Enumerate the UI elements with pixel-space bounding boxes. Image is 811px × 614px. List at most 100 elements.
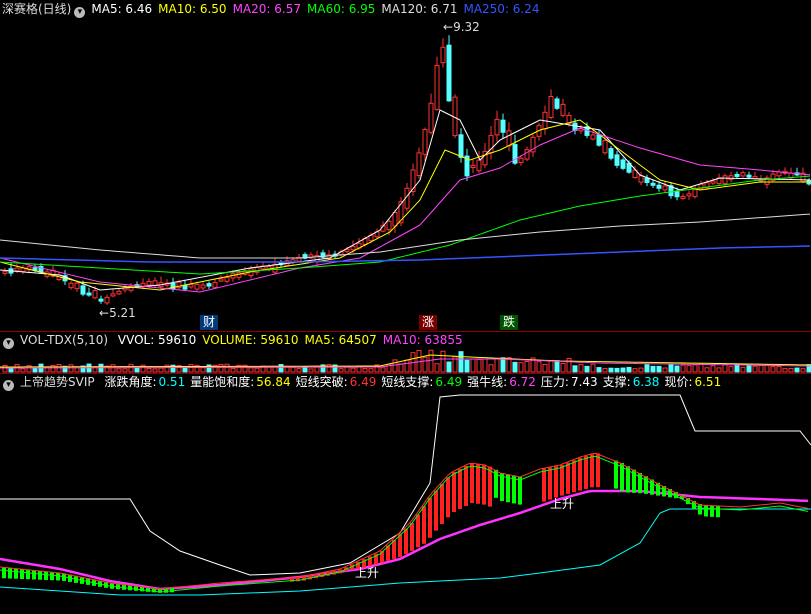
- indicator-legend-value: 6.49: [349, 375, 377, 389]
- candle-body: [146, 280, 152, 286]
- volume-bar: [704, 367, 710, 373]
- stock-name: 深赛格(日线): [2, 2, 72, 16]
- support-bar: [44, 571, 48, 580]
- event-marker[interactable]: 财: [200, 315, 219, 330]
- volume-bar: [476, 358, 482, 373]
- candle-body: [692, 189, 698, 198]
- support-bar: [170, 588, 174, 593]
- candle-body: [110, 293, 116, 297]
- volume-bar: [764, 364, 770, 373]
- support-bar: [506, 474, 510, 503]
- candle-body: [728, 175, 734, 181]
- candle-body: [470, 164, 476, 168]
- indicator-header: ▾ 上帝趋势SVIP 涨跌角度: 0.51 量能饱和度: 56.84 短线突破: 6.49 短…: [0, 373, 732, 391]
- volume-legend-item: VVOL: 59610: [117, 333, 197, 347]
- volume-bar: [512, 361, 518, 373]
- volume-bar: [296, 368, 302, 373]
- ma-legend: MA5: 6.46 MA10: 6.50 MA20: 6.57 MA60: 6.95 M…: [91, 2, 545, 16]
- volume-bar: [326, 363, 332, 373]
- volume-bar: [368, 368, 374, 373]
- event-marker[interactable]: 跌: [500, 315, 519, 330]
- breakout-bar: [560, 465, 564, 496]
- support-bar: [500, 473, 504, 501]
- low-price-label: ←5.21: [99, 306, 136, 320]
- volume-bar: [620, 367, 626, 373]
- indicator-legend-value: 6.49: [435, 375, 463, 389]
- candle-body: [710, 180, 716, 184]
- candle-body: [422, 129, 428, 155]
- breakout-bar: [476, 463, 480, 504]
- settings-circle-icon[interactable]: ▾: [3, 380, 14, 391]
- short-breakout-line: [0, 452, 809, 590]
- volume-bar: [680, 364, 686, 373]
- candle-body: [476, 159, 482, 172]
- candle-body: [200, 284, 206, 289]
- breakout-bar: [416, 514, 420, 548]
- volume-bar: [116, 368, 122, 373]
- volume-bar: [740, 366, 746, 373]
- breakout-bar: [596, 453, 600, 488]
- volume-bar: [524, 360, 530, 373]
- breakout-bar: [488, 466, 492, 507]
- candle-body: [518, 157, 524, 164]
- support-bar: [50, 572, 54, 581]
- volume-bar: [596, 367, 602, 373]
- event-marker[interactable]: 涨: [419, 315, 438, 330]
- volume-bar: [638, 367, 644, 373]
- candle-body: [350, 245, 356, 251]
- breakout-bar: [422, 506, 426, 544]
- indicator-legend-value: 0.51: [158, 375, 186, 389]
- indicator-pane[interactable]: ▾ 上帝趋势SVIP 涨跌角度: 0.51 量能饱和度: 56.84 短线突破: 6.49 短…: [0, 373, 811, 614]
- support-bar: [644, 476, 648, 494]
- volume-pane[interactable]: ▾ VOL-TDX(5,10) VVOL: 59610 VOLUME: 59610 M…: [0, 331, 811, 373]
- volume-bar: [770, 366, 776, 373]
- candle-body: [116, 290, 122, 295]
- volume-bar: [218, 363, 224, 373]
- volume-bar: [74, 367, 80, 373]
- candle-body: [98, 298, 104, 302]
- support-bar: [512, 475, 516, 504]
- breakout-bar: [458, 469, 462, 509]
- candle-body: [608, 148, 614, 159]
- volume-bar: [248, 367, 254, 373]
- candle-body: [638, 175, 644, 183]
- indicator-legend-item: 压力: 7.43: [541, 375, 598, 389]
- ma-legend-item: MA10: 6.50: [158, 2, 227, 16]
- volume-header: ▾ VOL-TDX(5,10) VVOL: 59610 VOLUME: 59610 M…: [0, 331, 475, 349]
- candlestick-chart[interactable]: [0, 0, 811, 331]
- indicator-legend-name: 短线突破:: [295, 375, 348, 389]
- volume-bar: [488, 364, 494, 373]
- candle-body: [524, 149, 530, 160]
- volume-bar: [758, 365, 764, 373]
- short-support-line: [0, 455, 809, 593]
- indicator-legend-item: 支撑: 6.38: [603, 375, 660, 389]
- volume-bar: [422, 356, 428, 373]
- indicator-legend-value: 6.38: [632, 375, 660, 389]
- rise-label: 上升: [355, 566, 380, 580]
- volume-legend-item: VOLUME: 59610: [202, 333, 299, 347]
- candle-body: [746, 174, 752, 178]
- candle-body: [674, 190, 680, 198]
- candle-body: [560, 103, 566, 116]
- volume-bar: [494, 358, 500, 373]
- volume-bar: [560, 363, 566, 373]
- candle-body: [776, 171, 782, 177]
- indicator-legend-name: 支撑:: [602, 375, 631, 389]
- settings-circle-icon[interactable]: ▾: [3, 338, 14, 349]
- candle-body: [722, 175, 728, 185]
- volume-bar: [608, 367, 614, 373]
- candle-body: [224, 277, 230, 282]
- breakout-bar: [584, 455, 588, 489]
- candle-body: [182, 284, 188, 290]
- volume-bar: [548, 360, 554, 373]
- candle-body: [428, 102, 434, 133]
- settings-circle-icon[interactable]: ▾: [74, 7, 86, 18]
- candle-body: [614, 154, 620, 166]
- indicator-legend: 涨跌角度: 0.51 量能饱和度: 56.84 短线突破: 6.49 短线支撑: 6.49 强牛…: [101, 375, 727, 389]
- price-chart-pane[interactable]: 深赛格(日线) ▾ MA5: 6.46 MA10: 6.50 MA20: 6.57 MA6…: [0, 0, 811, 331]
- candle-body: [68, 282, 74, 289]
- volume-bar: [698, 363, 704, 373]
- volume-bar: [644, 364, 650, 373]
- volume-bar: [380, 367, 386, 373]
- indicator-legend-name: 压力:: [540, 375, 569, 389]
